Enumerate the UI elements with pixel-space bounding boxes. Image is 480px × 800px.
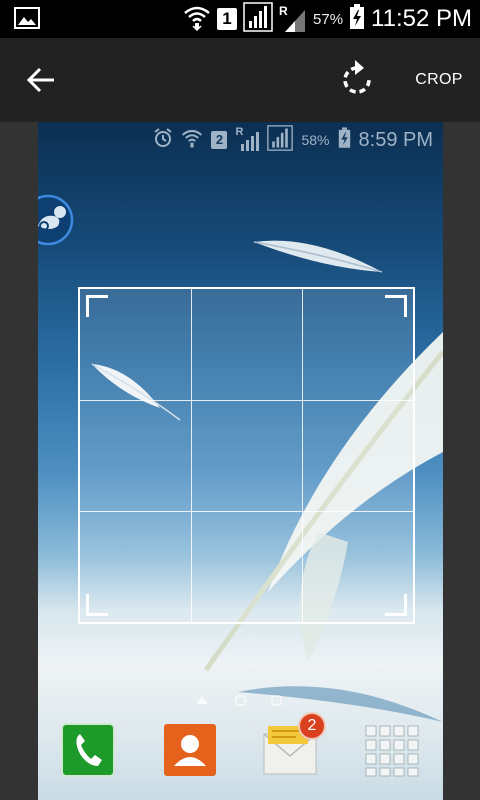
battery-charging-icon <box>338 126 351 154</box>
apps-grid-icon <box>365 725 419 777</box>
gallery-notification-icon <box>14 7 40 34</box>
contacts-app <box>162 722 218 778</box>
roaming-signal-icon: R <box>279 4 307 34</box>
battery-charging-icon <box>349 3 365 35</box>
squirrel-app-icon <box>38 192 76 248</box>
home-page-indicator <box>194 692 294 708</box>
image-canvas: 2 R 58% 8:59 PM 2 <box>0 122 480 800</box>
battery-percent: 58% <box>301 132 330 148</box>
messages-app: 2 <box>262 712 326 778</box>
clock: 8:59 PM <box>358 128 433 151</box>
grid-line-vertical-2 <box>302 289 303 622</box>
arrow-left-icon <box>26 67 54 93</box>
wifi-icon <box>181 127 203 154</box>
signal-icon <box>243 1 273 37</box>
grid-line-horizontal-1 <box>80 400 413 401</box>
back-button[interactable] <box>18 60 62 100</box>
alarm-icon <box>153 127 173 153</box>
clock: 11:52 PM <box>371 5 472 32</box>
battery-percent: 57% <box>313 10 344 28</box>
crop-handle-bottom-right[interactable] <box>385 594 407 616</box>
small-feather <box>253 240 383 273</box>
status-bar: 1 R 57% 11:52 PM <box>0 0 480 38</box>
sim-indicator: 2 <box>211 131 228 149</box>
grid-line-vertical-1 <box>191 289 192 622</box>
roaming-signal-icon: R <box>235 126 260 152</box>
home-dock: 2 <box>38 712 443 800</box>
rotate-button[interactable] <box>334 57 380 103</box>
unread-count-badge: 2 <box>298 712 326 740</box>
crop-handle-bottom-left[interactable] <box>86 594 108 616</box>
signal-icon <box>267 124 294 156</box>
crop-button[interactable]: CROP <box>406 68 472 92</box>
rotate-icon <box>343 60 371 94</box>
app-drawer <box>364 722 420 778</box>
crop-handle-top-left[interactable] <box>86 295 108 317</box>
action-bar: CROP <box>0 38 480 122</box>
grid-line-horizontal-2 <box>80 511 413 512</box>
contacts-icon <box>164 724 216 776</box>
crop-handle-top-right[interactable] <box>385 295 407 317</box>
crop-selection[interactable] <box>78 287 415 624</box>
wifi-icon <box>183 3 211 36</box>
screenshot-status-bar: 2 R 58% 8:59 PM <box>38 122 443 158</box>
sim-indicator: 1 <box>217 8 238 30</box>
phone-icon <box>61 723 115 777</box>
phone-app <box>60 722 116 778</box>
